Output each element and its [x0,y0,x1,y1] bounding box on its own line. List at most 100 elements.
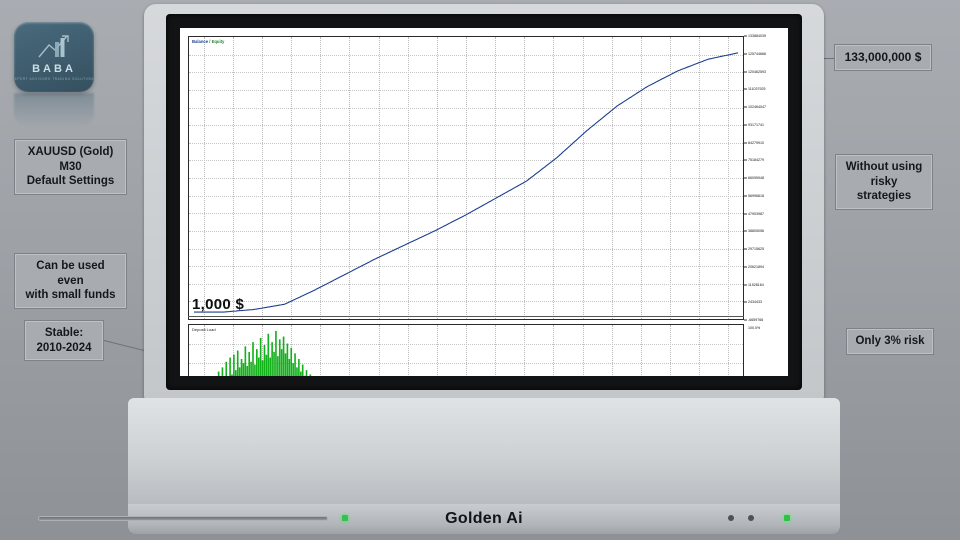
deposit-load-bar [265,354,268,376]
laptop-mockup: Balance / Equity Deposit Load 1,000 $ 13… [38,0,840,540]
deposit-load-bar [273,351,275,376]
deposit-load-bar [238,367,241,376]
deposit-load-bar [221,367,224,376]
deposit-load-bar [277,356,279,376]
y-axis-balance: 133884039 125744666 120462593 111037925 1024… [744,34,786,322]
y-axis-tick-mark [744,248,747,250]
deposit-load-bar [288,358,291,376]
laptop-front-bar: Golden Ai [38,504,840,534]
deposit-load-bar [246,365,249,376]
y-axis-tick-mark [744,159,747,161]
y-axis-tick-label: -6659766 [748,318,764,322]
logo-reflection [14,93,94,127]
deposit-load-bar [286,343,289,376]
callout-no-risky-strategies: Without using risky strategies [835,154,933,211]
deposit-load-bar [269,357,272,376]
y-axis-tick-mark [744,195,747,197]
deposit-load-panel: Deposit Load [188,324,744,376]
y-axis-tick-mark [744,106,747,108]
y-axis-tick-mark [744,266,747,268]
deposit-load-bar [275,330,277,376]
deposit-load-bars [217,330,312,376]
callout-stable-years: Stable: 2010-2024 [24,320,104,362]
y-axis-tick-mark [744,230,747,232]
indicator-dot-2 [748,515,754,521]
deposit-load-bar [257,357,260,376]
deposit-load-bar [305,370,308,376]
y-axis-tick-mark [744,53,747,55]
callout-symbol-settings: XAUUSD (Gold) M30 Default Settings [14,139,127,196]
deposit-load-bar [284,353,287,376]
deposit-load-tick-label: 100.0% [748,325,761,330]
deposit-load-bar [254,364,256,376]
indicator-dot-1 [728,515,734,521]
mt4-strategy-report: Balance / Equity Deposit Load 1,000 $ 13… [180,28,788,376]
status-led-right [784,515,790,521]
y-axis-tick-label: 2434433 [748,300,762,305]
deposit-load-bar [290,347,293,376]
y-axis-tick-mark [744,301,747,303]
laptop-base [128,398,840,506]
balance-equity-panel: Balance / Equity [188,36,744,320]
logo-wordmark: BABA [32,63,76,75]
deposit-load-bar [252,342,254,376]
deposit-load-bar [259,337,262,376]
deposit-load-bar [271,342,273,376]
bar-chart-arrow-icon [38,35,69,58]
y-axis-tick-label: 29715625 [748,247,764,251]
y-axis-tick-mark [744,71,747,72]
y-axis-tick-mark [744,177,747,179]
deposit-load-bar [298,358,300,376]
y-axis-tick-mark [744,319,747,321]
logo-tagline: EXPERT ADVISORS TRADING SOLUTIONS [14,77,94,81]
y-axis-tick-label: 111037925 [748,87,766,92]
y-axis-tick-label: 66095948 [748,176,764,180]
laptop-lid: Balance / Equity Deposit Load 1,000 $ 13… [144,4,824,400]
deposit-load-bar [261,360,264,376]
y-axis-deposit-load: 100.0%0.0% [744,324,786,376]
y-axis-tick-label: 102464047 [748,105,766,109]
y-axis-tick-label: 75184279 [748,158,764,163]
deposit-load-bar [229,357,231,376]
status-led-left [342,515,348,521]
y-axis-tick-label: 84279910 [748,140,764,145]
y-axis-tick-label: 120462593 [748,69,766,74]
brand-logo-card: BABA EXPERT ADVISORS TRADING SOLUTIONS [14,22,94,92]
y-axis-tick-label: 20621894 [748,264,764,269]
y-axis-tick-label: 133884039 [748,34,766,38]
laptop-brand-label: Golden Ai [445,510,523,527]
y-axis-tick-label: 125744666 [748,51,766,56]
y-axis-tick-label: 38805056 [748,229,764,234]
deposit-load-bar [294,353,296,376]
deposit-load-bar [267,333,270,376]
deposit-load-bar [256,349,258,376]
deposit-load-bar [309,374,312,376]
y-axis-tick-label: 47903987 [748,211,764,216]
callout-small-funds: Can be used even with small funds [14,253,127,310]
deposit-load-bar [282,336,285,376]
deposit-load-bar [280,349,283,376]
deposit-load-bar [242,363,245,376]
callout-total-profit: 133,000,000 $ [834,44,932,72]
deposit-load-bar [263,344,266,376]
deposit-load-bar [240,358,243,376]
deposit-load-bar [278,339,281,376]
deposit-load-bar [225,361,228,376]
deposit-load-bar [244,346,247,376]
optical-drive-slot [38,516,328,521]
y-axis-tick-mark [744,35,747,37]
deposit-load-bar [296,367,298,376]
y-axis-tick-label: 93171741 [748,122,764,127]
deposit-load-bar [292,363,294,376]
deposit-load-bar [233,354,235,376]
deposit-load-bar [231,374,233,376]
deposit-load-bar [248,351,251,376]
deposit-load-bar [299,371,302,376]
y-axis-tick-label: 11528164 [748,282,764,287]
y-axis-tick-label: 56996818 [748,193,764,198]
deposit-load-bar [217,371,220,376]
y-axis-tick-mark [744,124,747,126]
balance-line-path [194,53,738,312]
y-axis-tick-mark [744,142,747,143]
screen: Balance / Equity Deposit Load 1,000 $ 13… [180,28,788,376]
